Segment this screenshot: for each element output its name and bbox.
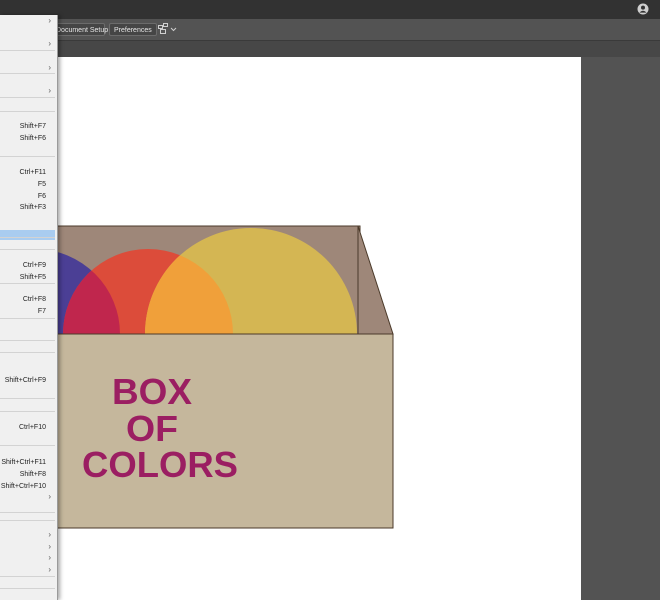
- menu-separator: [0, 249, 55, 250]
- menu-item[interactable]: F5: [0, 179, 55, 190]
- menu-separator: [0, 97, 55, 98]
- box-text-line-3: COLORS: [82, 444, 238, 485]
- menu-item[interactable]: ›: [0, 552, 55, 563]
- menu-item[interactable]: ›: [0, 38, 55, 49]
- menu-item[interactable]: [0, 214, 55, 225]
- menu-separator: [0, 445, 55, 446]
- chevron-right-icon: ›: [48, 530, 51, 539]
- box-text-line-2: OF: [126, 408, 178, 449]
- menu-item[interactable]: Shift+F3: [0, 202, 55, 213]
- menu-item[interactable]: Shift+F5: [0, 272, 55, 283]
- menu-item-shortcut: Ctrl+F11: [19, 169, 46, 176]
- menu-item[interactable]: F6: [0, 191, 55, 202]
- menu-item-shortcut: Ctrl+F8: [22, 296, 46, 303]
- menu-highlight: [0, 230, 55, 240]
- chevron-right-icon: ›: [48, 492, 51, 501]
- menu-item[interactable]: Ctrl+F10: [0, 422, 55, 433]
- menu-item[interactable]: F7: [0, 306, 55, 317]
- menu-item[interactable]: ›: [0, 15, 55, 26]
- menu-item[interactable]: Shift+Ctrl+F9: [0, 375, 55, 386]
- box-of-colors-artwork: BOX OF COLORS: [55, 225, 394, 529]
- menu-item[interactable]: ›: [0, 541, 55, 552]
- menu-item-shortcut: F6: [37, 193, 46, 200]
- menu-item-shortcut: Ctrl+F9: [22, 262, 46, 269]
- menu-item[interactable]: ›: [0, 62, 55, 73]
- menu-item[interactable]: ›: [0, 529, 55, 540]
- chevron-right-icon: ›: [48, 565, 51, 574]
- menu-item[interactable]: ›: [0, 491, 55, 502]
- menu-separator: [0, 520, 55, 521]
- menu-separator: [0, 411, 55, 412]
- menu-separator: [0, 283, 55, 284]
- menu-item-shortcut: Shift+F7: [19, 123, 46, 130]
- box-side-flap: [357, 225, 394, 335]
- menu-separator: [0, 318, 55, 319]
- menu-item[interactable]: ›: [0, 564, 55, 575]
- chevron-right-icon: ›: [48, 542, 51, 551]
- menu-separator: [0, 237, 55, 238]
- box-front: [55, 333, 394, 529]
- menu-separator: [0, 73, 55, 74]
- menu-item[interactable]: Shift+F6: [0, 133, 55, 144]
- menu-item-shortcut: Ctrl+F10: [18, 424, 46, 431]
- menu-item-shortcut: Shift+Ctrl+F9: [4, 377, 46, 384]
- menu-item[interactable]: Shift+Ctrl+F11: [0, 457, 55, 468]
- menu-item[interactable]: ›: [0, 85, 55, 96]
- menu-separator: [0, 588, 55, 589]
- chevron-right-icon: ›: [48, 63, 51, 72]
- menu-item[interactable]: Shift+F7: [0, 121, 55, 132]
- menu-separator: [0, 352, 55, 353]
- menu-item[interactable]: Ctrl+F11: [0, 167, 55, 178]
- chevron-right-icon: ›: [48, 16, 51, 25]
- box-text-line-1: BOX: [112, 371, 192, 412]
- dropdown-menu: › › › › Shift+F7 Shift+F6 Ctrl+F11 F5 F6 Shift+F3…: [0, 15, 58, 600]
- chevron-right-icon: ›: [48, 553, 51, 562]
- menu-separator: [0, 50, 55, 51]
- menu-item-shortcut: F7: [37, 308, 46, 315]
- menu-item[interactable]: Ctrl+F9: [0, 260, 55, 271]
- chevron-right-icon: ›: [48, 86, 51, 95]
- chevron-right-icon: ›: [48, 39, 51, 48]
- menu-item[interactable]: Shift+F8: [0, 469, 55, 480]
- menu-item-shortcut: Shift+F5: [19, 274, 46, 281]
- menu-separator: [0, 576, 55, 577]
- menu-separator: [0, 398, 55, 399]
- menu-item[interactable]: Ctrl+F8: [0, 294, 55, 305]
- menu-item-shortcut: Shift+F6: [19, 135, 46, 142]
- menu-separator: [0, 340, 55, 341]
- menu-separator: [0, 512, 55, 513]
- menu-item-shortcut: Shift+F3: [19, 204, 46, 211]
- menu-item-shortcut: Shift+F8: [19, 471, 46, 478]
- menu-item-shortcut: F5: [37, 181, 46, 188]
- menu-item-shortcut: Shift+Ctrl+F11: [1, 459, 46, 466]
- menu-separator: [0, 156, 55, 157]
- menu-separator: [0, 111, 55, 112]
